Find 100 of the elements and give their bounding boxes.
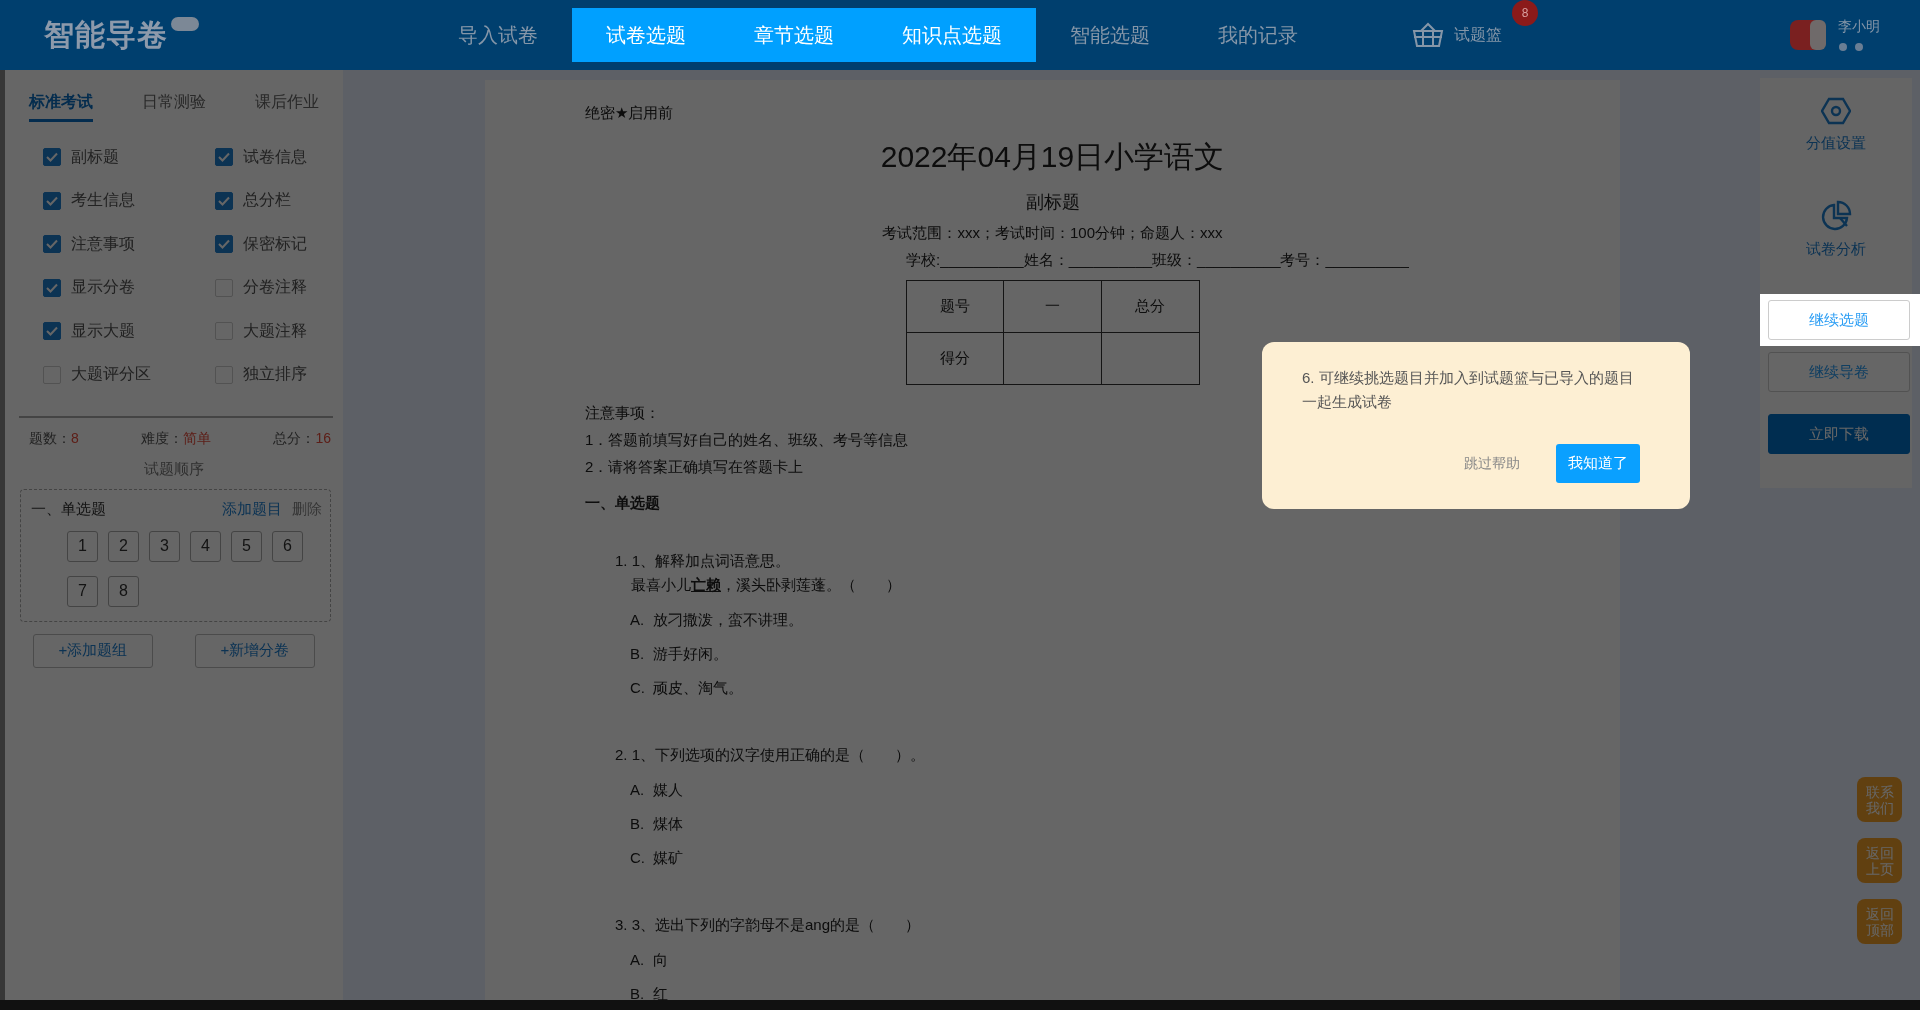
small-circle-icon	[1854, 42, 1864, 52]
paper-subtitle: 副标题	[1024, 191, 1081, 214]
checkbox[interactable]	[215, 148, 233, 166]
nav-tab[interactable]: 我的记录	[1184, 8, 1332, 62]
group-title: 一、单选题	[31, 499, 106, 519]
question-number[interactable]: 1	[67, 530, 98, 562]
checkbox[interactable]	[215, 235, 233, 253]
answer-option: A. 媒人	[615, 778, 1620, 801]
tool-label[interactable]: 试卷分析	[1806, 240, 1866, 259]
float-button[interactable]: 联系我们	[1857, 777, 1902, 822]
checkbox[interactable]	[43, 148, 61, 166]
action-button[interactable]: 继续选题	[1768, 300, 1910, 340]
answer-option: A. 向	[615, 948, 1620, 971]
check-icon	[46, 152, 58, 162]
checkbox-label[interactable]: 考生信息	[71, 190, 135, 211]
paper-title: 2022年04月19日小学语文	[879, 139, 1226, 175]
nav-tab[interactable]: 智能选题	[1036, 8, 1184, 62]
checkbox[interactable]	[43, 278, 61, 297]
answer-option: A. 放刁撒泼，蛮不讲理。	[615, 608, 1620, 631]
answer-option: B. 游手好闲。	[615, 642, 1620, 665]
checkbox[interactable]	[43, 322, 61, 340]
question-number[interactable]: 6	[272, 530, 303, 562]
nav-tab[interactable]: 导入试卷	[424, 8, 572, 62]
action-button[interactable]: 立即下载	[1768, 414, 1910, 454]
checkbox[interactable]	[43, 235, 61, 253]
check-icon	[218, 239, 230, 249]
check-icon	[46, 239, 58, 249]
checkbox-label[interactable]: 显示分卷	[71, 277, 135, 298]
answer-option: B. 红	[615, 982, 1620, 1000]
question-number[interactable]: 5	[231, 530, 262, 562]
checkbox-label[interactable]: 分卷注释	[243, 277, 307, 298]
answer-option: C. 顽皮、淘气。	[615, 676, 1620, 699]
stat-value: 8	[71, 429, 79, 446]
check-icon	[218, 195, 230, 206]
section-title: 一、单选题	[584, 494, 661, 513]
float-button[interactable]: 返回顶部	[1857, 899, 1902, 944]
count-badge: 8	[1512, 0, 1538, 26]
checkbox-label[interactable]: 大题注释	[243, 320, 307, 342]
note-text: 2．请将答案正确填写在答题卡上	[585, 457, 804, 477]
nav-tab[interactable]: 章节选题	[720, 8, 868, 62]
question-number[interactable]: 3	[149, 530, 180, 562]
logo: 智能导卷	[44, 16, 168, 53]
question-number[interactable]: 2	[108, 530, 139, 562]
action-button[interactable]: 继续导卷	[1768, 352, 1910, 392]
check-icon	[46, 326, 58, 336]
question-text: 3. 3、选出下列的字韵母不是ang的是（ ）	[615, 915, 922, 935]
stat-value: 16	[315, 429, 331, 446]
tool-label[interactable]: 分值设置	[1806, 134, 1866, 153]
checkbox-label[interactable]: 显示大题	[71, 320, 135, 342]
check-icon	[46, 282, 58, 293]
hexagon-icon[interactable]	[1821, 96, 1851, 126]
float-button[interactable]: 返回上页	[1857, 838, 1902, 883]
skip-link[interactable]: 跳过帮助	[1464, 454, 1520, 473]
pie-chart-icon[interactable]	[1820, 200, 1852, 232]
stat-value: 简单	[183, 429, 212, 446]
question-number[interactable]: 7	[67, 575, 98, 607]
tab[interactable]: 标准考试	[29, 92, 93, 122]
checkbox[interactable]	[215, 191, 233, 210]
add-button[interactable]: +添加题组	[33, 633, 153, 668]
tab[interactable]: 课后作业	[255, 92, 319, 122]
nav-tab[interactable]: 知识点选题	[868, 8, 1036, 62]
question-number[interactable]: 8	[108, 575, 139, 607]
checkbox-label[interactable]: 独立排序	[243, 364, 307, 385]
checkbox-label[interactable]: 注意事项	[71, 233, 135, 255]
add-button[interactable]: +新增分卷	[195, 633, 315, 668]
student-info-line: 学校:__________姓名：__________班级：__________考号：__________	[905, 251, 1410, 270]
secret-label: 绝密★启用前	[584, 104, 675, 123]
question-text: 2. 1、下列选项的汉字使用正确的是（ ）。	[615, 745, 927, 765]
check-icon	[218, 152, 230, 162]
nav-tab[interactable]: 试卷选题	[572, 8, 720, 62]
table-cell: 题号	[906, 280, 1004, 333]
guide-text: 6. 可继续挑选题目并加入到试题篮与已导入的题目一起生成试卷	[1302, 368, 1635, 412]
answer-option: C. 媒矿	[615, 846, 1620, 869]
question-text: 最喜小儿亡赖，溪头卧剥莲蓬。（ ）	[630, 575, 902, 595]
exam-info: 考试范围：xxx；考试时间：100分钟；命题人：xxx	[881, 224, 1224, 243]
ok-button[interactable]: 我知道了	[1556, 444, 1640, 483]
table-cell: 得分	[906, 332, 1004, 385]
checkbox-label[interactable]: 总分栏	[243, 190, 291, 211]
question-number[interactable]: 4	[190, 530, 221, 562]
tab[interactable]: 日常测验	[142, 92, 206, 122]
stat-label: 题数：	[29, 429, 71, 446]
checkbox[interactable]	[43, 191, 61, 210]
check-icon	[46, 195, 58, 206]
avatar-icon[interactable]	[1790, 20, 1826, 50]
checkbox-label[interactable]: 保密标记	[243, 233, 307, 255]
logo-badge-icon	[171, 17, 199, 31]
user-name[interactable]: 李小明	[1838, 18, 1880, 36]
stat-label: 难度：	[141, 429, 184, 446]
question-text: 1. 1、解释加点词语意思。	[615, 551, 792, 571]
add-question-link[interactable]: 添加题目	[222, 499, 282, 519]
note-text: 1．答题前填写好自己的姓名、班级、考号等信息	[585, 430, 909, 450]
basket-label[interactable]: 试题篮	[1454, 24, 1502, 46]
small-circle-icon	[1838, 42, 1848, 52]
answer-option: B. 煤体	[615, 812, 1620, 835]
checkbox-label[interactable]: 副标题	[71, 146, 119, 168]
checkbox-label[interactable]: 大题评分区	[71, 364, 151, 385]
checkbox-label[interactable]: 试卷信息	[243, 146, 307, 168]
table-cell: 一	[1003, 280, 1102, 333]
table-cell: 总分	[1101, 280, 1199, 333]
basket-icon[interactable]	[1412, 22, 1444, 48]
